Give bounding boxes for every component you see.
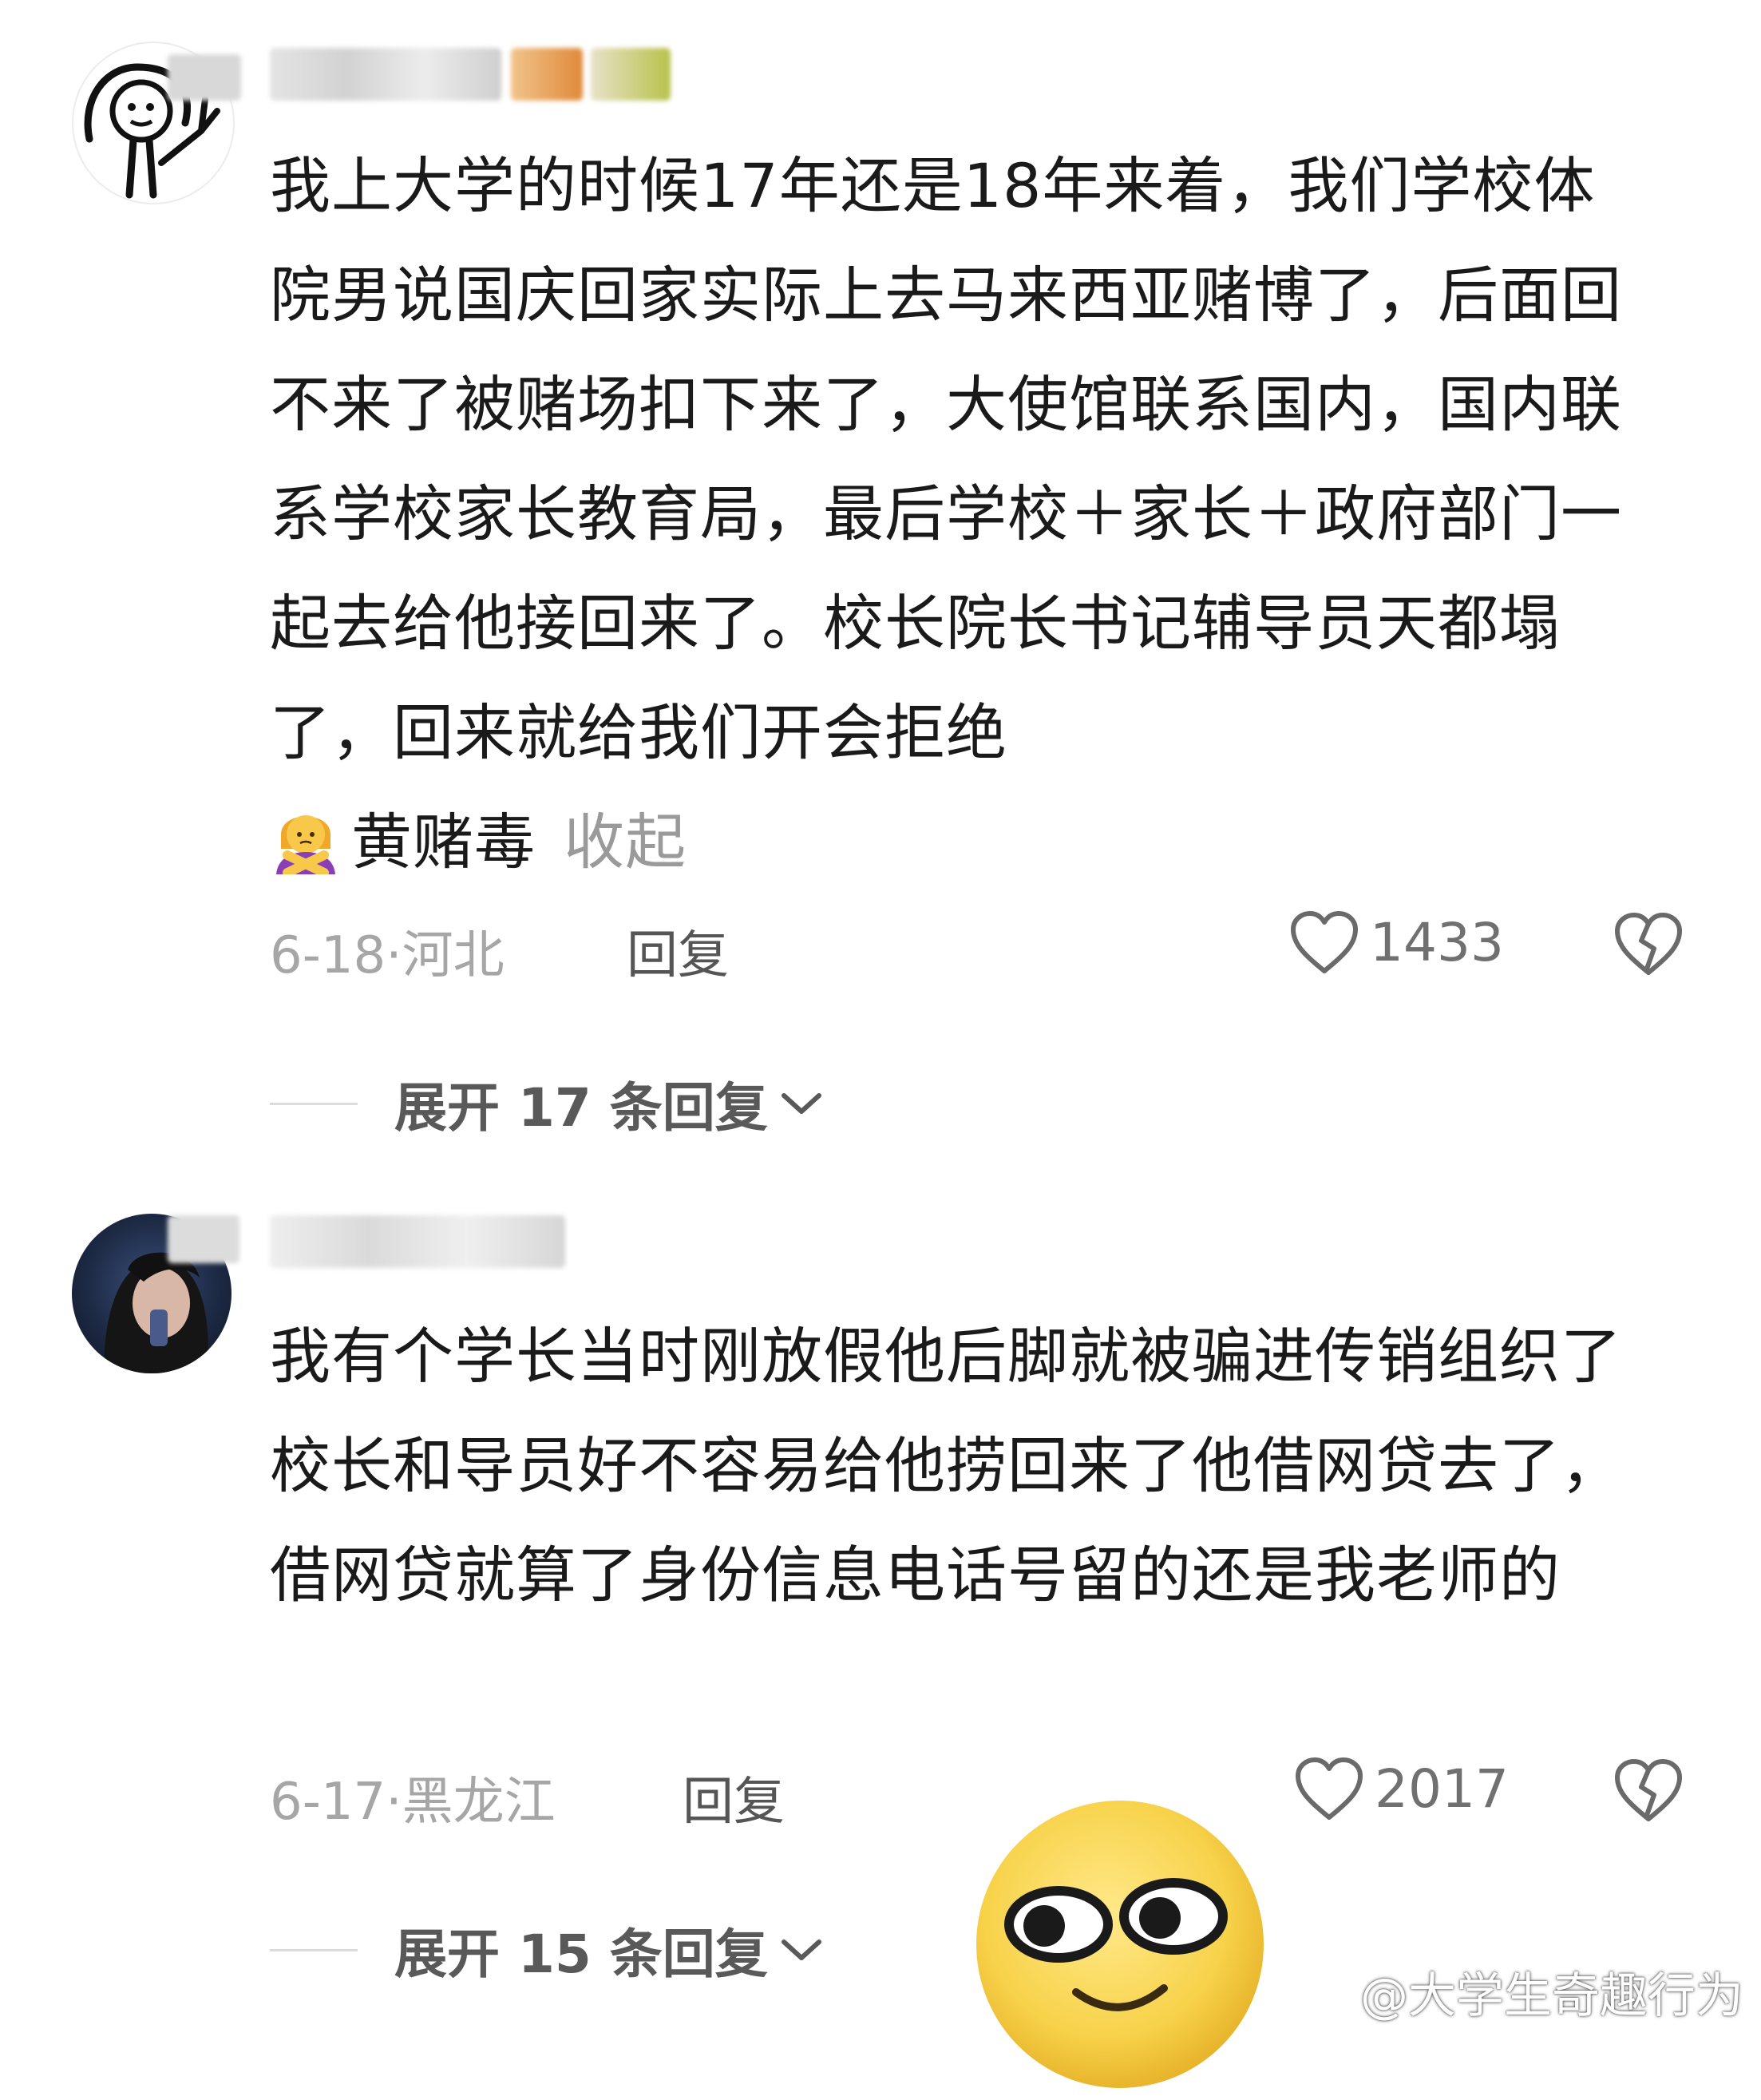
person-gesturing-no-emoji: [276, 815, 335, 874]
chevron-down-icon: [781, 1093, 821, 1114]
comment-location: 河北: [402, 926, 505, 985]
expand-divider: [270, 1102, 358, 1105]
comment-item: 我有个学长当时刚放假他后脚就被骗进传销组织了校长和导员好不容易给他捞回来了他借网…: [0, 1190, 1761, 2044]
comment-text: 我有个学长当时刚放假他后脚就被骗进传销组织了校长和导员好不容易给他捞回来了他借网…: [270, 1302, 1627, 1630]
meta-separator: ·: [386, 1773, 402, 1832]
expand-replies-button[interactable]: 展开 15 条回复: [270, 1912, 825, 1988]
like-button[interactable]: 1433: [1288, 909, 1504, 976]
comment-location: 黑龙江: [402, 1773, 556, 1832]
comment-text: 我上大学的时候17年还是18年来着，我们学校体院男说国庆回家实际上去马来西亚赌博…: [270, 131, 1627, 897]
like-count: 1433: [1370, 911, 1504, 973]
expand-divider: [270, 1948, 358, 1951]
heart-outline-icon: [1296, 1757, 1363, 1820]
like-count: 2017: [1375, 1757, 1509, 1820]
expand-replies-label: 展开 17 条回复: [394, 1077, 768, 1139]
comment-item: 我上大学的时候17年还是18年来着，我们学校体院男说国庆回家实际上去马来西亚赌博…: [0, 0, 1761, 1139]
comment-date: 6-18: [270, 926, 386, 985]
weibo-logo-icon: [1289, 1972, 1351, 2016]
comment-body: 我有个学长当时刚放假他后脚就被骗进传销组织了校长和导员好不容易给他捞回来了他借网…: [270, 1321, 1622, 1611]
expand-replies-button[interactable]: 展开 17 条回复: [270, 1065, 825, 1142]
smirk-emoji-sticker: [968, 1793, 1272, 2096]
broken-heart-icon: [1615, 1759, 1682, 1821]
expand-replies-label: 展开 15 条回复: [394, 1924, 768, 1985]
comment-date: 6-17: [270, 1773, 386, 1832]
chevron-down-icon: [781, 1940, 821, 1960]
broken-heart-icon: [1615, 913, 1682, 975]
heart-outline-icon: [1291, 911, 1358, 973]
watermark-text: @大学生奇趣行为: [1360, 1968, 1743, 2024]
comment-body: 我上大学的时候17年还是18年来着，我们学校体院男说国庆回家实际上去马来西亚赌博…: [270, 150, 1622, 768]
comment-body-tail: 黄赌毒: [351, 806, 536, 878]
like-button[interactable]: 2017: [1293, 1755, 1509, 1822]
watermark: @大学生奇趣行为: [1288, 1957, 1743, 2027]
comment-meta: 6-18·河北: [270, 914, 505, 988]
reply-button[interactable]: 回复: [627, 914, 729, 988]
dislike-button[interactable]: [1613, 910, 1684, 981]
meta-separator: ·: [386, 926, 402, 985]
collapse-link[interactable]: 收起: [564, 806, 687, 878]
dislike-button[interactable]: [1613, 1757, 1684, 1827]
reply-button[interactable]: 回复: [683, 1761, 785, 1834]
comment-meta: 6-17·黑龙江: [270, 1761, 556, 1834]
